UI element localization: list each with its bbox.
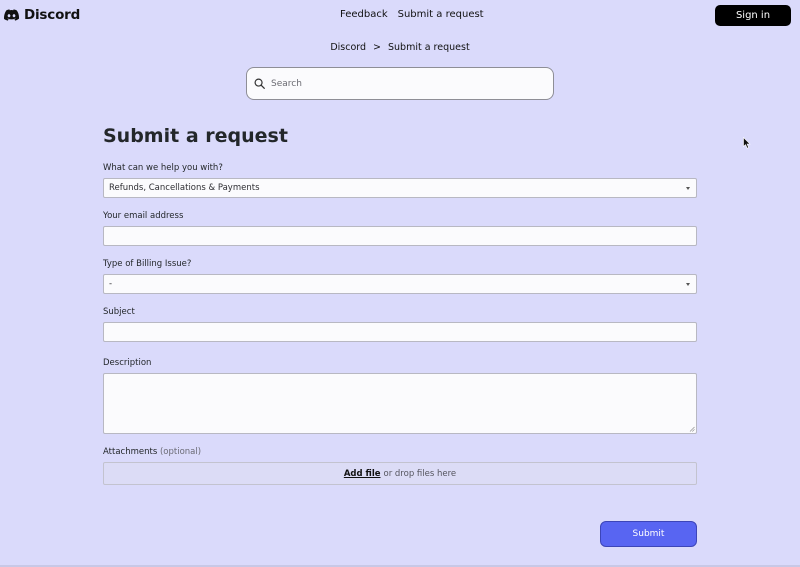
attachments-optional: (optional) — [159, 447, 202, 457]
subject-field[interactable] — [103, 322, 697, 342]
breadcrumb-discord[interactable]: Discord — [330, 42, 366, 53]
chevron-down-icon — [686, 283, 690, 286]
attachments-title: Attachments — [103, 447, 158, 457]
breadcrumb: Discord > Submit a request — [0, 42, 800, 53]
subject-label: Subject — [103, 307, 135, 317]
help-label: What can we help you with? — [103, 163, 223, 173]
top-nav: Feedback Submit a request — [340, 9, 484, 20]
description-label: Description — [103, 358, 152, 368]
breadcrumb-separator: > — [373, 42, 381, 53]
attachments-label: Attachments (optional) — [103, 447, 201, 457]
discord-logo-icon — [4, 9, 19, 21]
breadcrumb-submit-request[interactable]: Submit a request — [388, 42, 470, 53]
search-icon — [254, 78, 265, 89]
description-textarea[interactable] — [103, 373, 697, 434]
search-input[interactable] — [271, 78, 541, 89]
page: Discord Feedback Submit a request Sign i… — [0, 0, 800, 567]
nav-feedback[interactable]: Feedback — [340, 9, 388, 20]
drop-files-text: or drop files here — [383, 468, 457, 479]
help-topic-value: Refunds, Cancellations & Payments — [109, 183, 260, 193]
add-file-link[interactable]: Add file — [344, 469, 381, 479]
email-label: Your email address — [103, 211, 184, 221]
discord-logo[interactable]: Discord — [4, 7, 80, 23]
page-title: Submit a request — [103, 125, 288, 147]
mouse-cursor-icon — [743, 137, 751, 149]
email-field[interactable] — [103, 226, 697, 246]
billing-issue-label: Type of Billing Issue? — [103, 259, 192, 269]
chevron-down-icon — [686, 187, 690, 190]
nav-submit-request[interactable]: Submit a request — [398, 9, 484, 20]
submit-button[interactable]: Submit — [600, 521, 697, 547]
help-topic-select[interactable]: Refunds, Cancellations & Payments — [103, 178, 697, 198]
brand-name: Discord — [24, 7, 81, 23]
resize-handle-icon[interactable] — [689, 426, 695, 432]
billing-issue-select[interactable]: - — [103, 274, 697, 294]
file-dropzone[interactable]: Add file or drop files here — [103, 462, 697, 485]
billing-issue-value: - — [109, 279, 113, 289]
sign-in-button[interactable]: Sign in — [715, 5, 791, 26]
search-box[interactable] — [246, 67, 554, 100]
